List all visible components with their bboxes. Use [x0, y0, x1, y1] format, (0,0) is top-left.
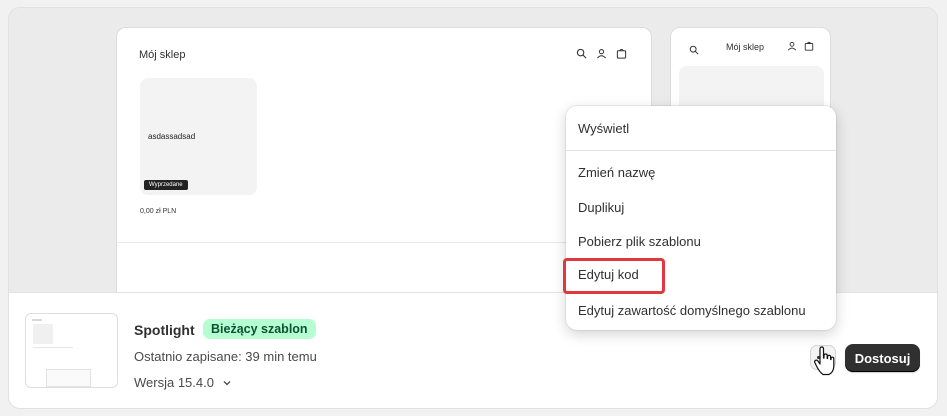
version-label: Wersja 15.4.0 [134, 375, 214, 390]
edit-code-highlight-box [563, 258, 665, 294]
search-icon [689, 45, 699, 55]
desktop-store-name: Mój sklep [139, 49, 186, 61]
product-card: asdassadsad Wyprzedane [140, 78, 257, 195]
product-title: asdassadsad [148, 132, 196, 141]
menu-item-rename[interactable]: Zmień nazwę [566, 157, 836, 187]
current-theme-badge: Bieżący szablon [203, 319, 316, 339]
product-price: 0,00 zł PLN [140, 208, 177, 215]
chevron-down-icon [223, 380, 231, 385]
hand-cursor-icon [814, 346, 835, 376]
last-saved-text: Ostatnio zapisane: 39 min temu [134, 349, 317, 364]
menu-item-duplicate[interactable]: Duplikuj [566, 192, 836, 222]
search-icon [576, 48, 587, 59]
menu-item-view[interactable]: Wyświetl [566, 113, 836, 143]
sold-out-badge: Wyprzedane [144, 180, 188, 190]
menu-separator [566, 150, 836, 151]
cart-icon [804, 41, 814, 51]
mobile-header-icons [787, 41, 814, 51]
actions-dropdown-menu: Wyświetl Zmień nazwę Duplikuj Pobierz pl… [566, 106, 836, 330]
menu-item-edit-default-content[interactable]: Edytuj zawartość domyślnego szablonu [566, 295, 836, 325]
mobile-store-name: Mój sklep [726, 42, 765, 52]
cart-icon [616, 48, 627, 59]
account-icon [787, 41, 797, 51]
version-selector[interactable]: Wersja 15.4.0 [134, 375, 232, 390]
desktop-header-icons [576, 48, 627, 59]
account-icon [597, 49, 606, 59]
theme-name: Spotlight [134, 322, 195, 338]
customize-button[interactable]: Dostosuj [845, 344, 920, 372]
theme-thumbnail [25, 313, 118, 388]
menu-item-download[interactable]: Pobierz plik szablonu [566, 226, 836, 256]
